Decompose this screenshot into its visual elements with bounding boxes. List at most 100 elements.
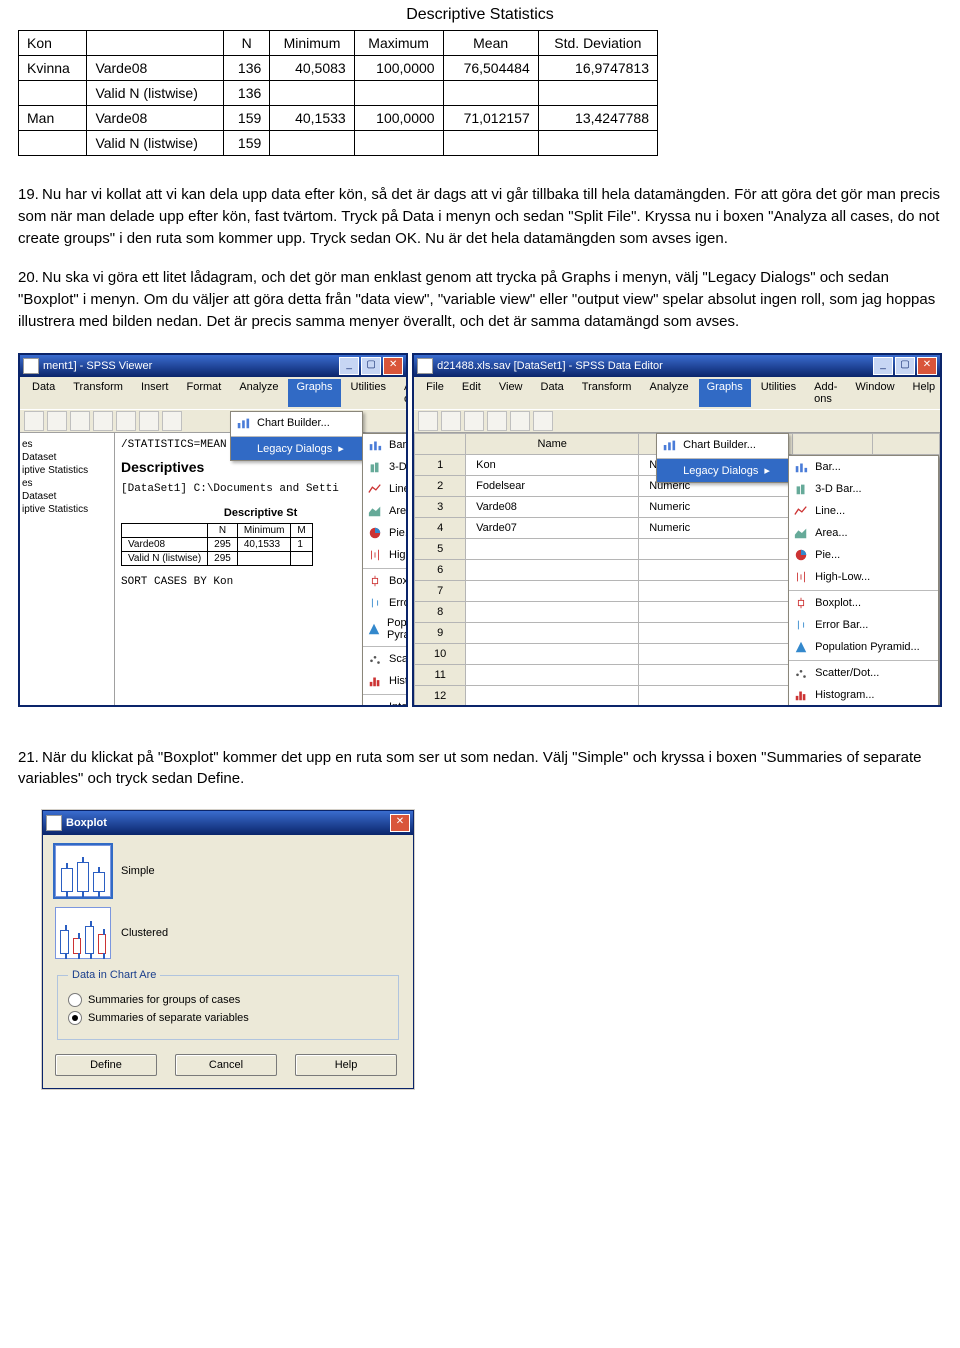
menu-graphs[interactable]: Graphs <box>699 379 751 407</box>
menu-line[interactable]: Line... <box>789 500 938 522</box>
cell[interactable] <box>466 538 639 559</box>
minimize-button[interactable]: _ <box>339 357 359 375</box>
option-simple[interactable]: Simple <box>55 845 401 897</box>
menu-transform[interactable]: Transform <box>65 379 131 407</box>
cell[interactable] <box>639 601 792 622</box>
menu-chart-builder[interactable]: Chart Builder... <box>657 434 788 456</box>
menu-window[interactable]: Window <box>847 379 902 407</box>
maximize-button[interactable]: ▢ <box>361 357 381 375</box>
cell[interactable] <box>639 559 792 580</box>
maximize-button[interactable]: ▢ <box>895 357 915 375</box>
toolbar-button[interactable] <box>162 411 182 431</box>
menu-area[interactable]: Area... <box>363 500 408 522</box>
cell[interactable] <box>466 601 639 622</box>
cell[interactable] <box>872 706 939 707</box>
cell[interactable] <box>466 664 639 685</box>
menu-data[interactable]: Data <box>533 379 572 407</box>
menu-scatter[interactable]: Scatter/Dot... <box>363 646 408 670</box>
outline-item[interactable]: es <box>22 439 112 450</box>
menu-pie[interactable]: Pie... <box>789 544 938 566</box>
menu-error-bar[interactable]: Error Bar... <box>363 592 408 614</box>
close-button[interactable]: ✕ <box>917 357 937 375</box>
menu-chart-builder[interactable]: Chart Builder... <box>231 412 362 434</box>
cell[interactable] <box>466 706 639 707</box>
menu-addons[interactable]: Add-ons <box>396 379 408 407</box>
toolbar-button[interactable] <box>70 411 90 431</box>
option-clustered[interactable]: Clustered <box>55 907 401 959</box>
menu-utilities[interactable]: Utilities <box>343 379 394 407</box>
help-button[interactable]: Help <box>295 1054 397 1076</box>
toolbar-button[interactable] <box>464 411 484 431</box>
cell[interactable] <box>639 580 792 601</box>
menu-utilities[interactable]: Utilities <box>753 379 804 407</box>
menu-legacy-dialogs[interactable]: Legacy Dialogs ▸ <box>231 436 362 460</box>
menu-pie[interactable]: Pie... <box>363 522 408 544</box>
outline-item[interactable]: Dataset <box>22 491 112 502</box>
cell[interactable] <box>639 685 792 706</box>
menu-histogram[interactable]: Histogram... <box>363 670 408 692</box>
menu-format[interactable]: Format <box>178 379 229 407</box>
menu-3d-bar[interactable]: 3-D Bar... <box>363 456 408 478</box>
menu-high-low[interactable]: High-Low... <box>363 544 408 566</box>
cell[interactable] <box>639 706 792 707</box>
cell[interactable] <box>466 622 639 643</box>
menu-addons[interactable]: Add-ons <box>806 379 845 407</box>
toolbar-button[interactable] <box>116 411 136 431</box>
menu-data[interactable]: Data <box>24 379 63 407</box>
menu-insert[interactable]: Insert <box>133 379 177 407</box>
menu-area[interactable]: Area... <box>789 522 938 544</box>
cell[interactable] <box>639 622 792 643</box>
menu-transform[interactable]: Transform <box>574 379 640 407</box>
cell[interactable] <box>466 643 639 664</box>
menu-interactive[interactable]: Interactive▸ <box>363 694 408 707</box>
menu-error-bar[interactable]: Error Bar... <box>789 614 938 636</box>
menu-population-pyramid[interactable]: Population Pyramid... <box>789 636 938 658</box>
menu-population-pyramid[interactable]: Population Pyramid... <box>363 614 408 644</box>
grid-row[interactable]: 13 <box>415 706 940 707</box>
menu-line[interactable]: Line... <box>363 478 408 500</box>
cell[interactable] <box>466 580 639 601</box>
cell[interactable] <box>639 643 792 664</box>
menu-histogram[interactable]: Histogram... <box>789 684 938 706</box>
close-button[interactable]: ✕ <box>383 357 403 375</box>
cell[interactable]: Fodelsear <box>466 475 639 496</box>
close-button[interactable]: ✕ <box>390 814 410 832</box>
toolbar-button[interactable] <box>418 411 438 431</box>
toolbar-button[interactable] <box>510 411 530 431</box>
toolbar-button[interactable] <box>533 411 553 431</box>
outline-item[interactable]: iptive Statistics <box>22 504 112 515</box>
menu-3d-bar[interactable]: 3-D Bar... <box>789 478 938 500</box>
outline-item[interactable]: Dataset <box>22 452 112 463</box>
menu-analyze[interactable]: Analyze <box>231 379 286 407</box>
minimize-button[interactable]: _ <box>873 357 893 375</box>
toolbar-button[interactable] <box>47 411 67 431</box>
cell[interactable] <box>792 706 872 707</box>
radio-groups-of-cases[interactable]: Summaries for groups of cases <box>68 993 388 1007</box>
menu-file[interactable]: File <box>418 379 452 407</box>
cell[interactable]: Numeric <box>639 496 792 517</box>
menu-edit[interactable]: Edit <box>454 379 489 407</box>
toolbar-button[interactable] <box>24 411 44 431</box>
define-button[interactable]: Define <box>55 1054 157 1076</box>
menu-legacy-dialogs[interactable]: Legacy Dialogs ▸ <box>657 458 788 482</box>
menu-analyze[interactable]: Analyze <box>641 379 696 407</box>
toolbar-button[interactable] <box>487 411 507 431</box>
menu-boxplot[interactable]: Boxplot... <box>789 590 938 614</box>
cell[interactable]: Numeric <box>639 517 792 538</box>
menu-boxplot[interactable]: Boxplot... <box>363 568 408 592</box>
outline-item[interactable]: iptive Statistics <box>22 465 112 476</box>
cell[interactable] <box>466 559 639 580</box>
menu-view[interactable]: View <box>491 379 531 407</box>
cell[interactable] <box>639 538 792 559</box>
toolbar-button[interactable] <box>93 411 113 431</box>
cell[interactable] <box>466 685 639 706</box>
menu-bar[interactable]: Bar... <box>789 456 938 478</box>
menu-help[interactable]: Help <box>905 379 942 407</box>
cell[interactable]: Kon <box>466 454 639 475</box>
menu-scatter[interactable]: Scatter/Dot... <box>789 660 938 684</box>
menu-graphs[interactable]: Graphs <box>288 379 340 407</box>
cell[interactable]: Varde07 <box>466 517 639 538</box>
cell[interactable] <box>639 664 792 685</box>
cancel-button[interactable]: Cancel <box>175 1054 277 1076</box>
menu-high-low[interactable]: High-Low... <box>789 566 938 588</box>
